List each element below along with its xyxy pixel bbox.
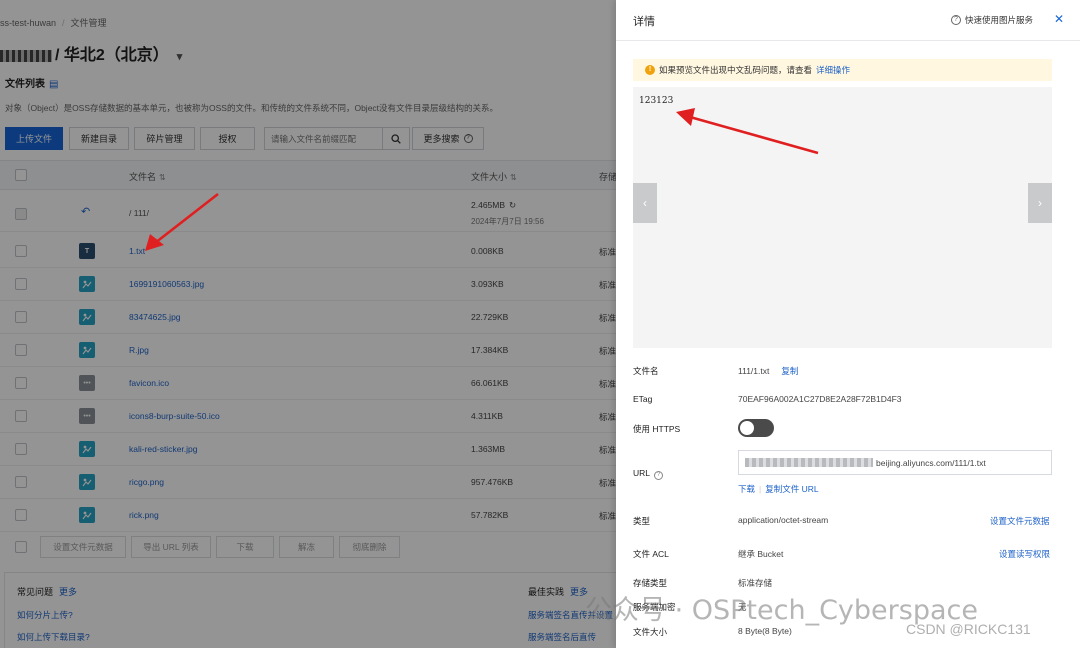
copy-url-link[interactable]: 复制文件 URL bbox=[765, 484, 818, 494]
toggle-knob bbox=[740, 421, 754, 435]
filename-label: 文件名 bbox=[633, 366, 659, 376]
filename-value: 111/1.txt bbox=[738, 366, 770, 376]
chevron-right-icon: › bbox=[1038, 196, 1042, 210]
filename-field: 111/1.txt 复制 bbox=[738, 365, 798, 377]
set-metadata-link[interactable]: 设置文件元数据 bbox=[990, 515, 1050, 527]
url-label: URL? bbox=[633, 468, 664, 480]
set-acl-link[interactable]: 设置读写权限 bbox=[999, 548, 1050, 560]
preview-content: 123123 bbox=[639, 96, 674, 106]
file-size-label: 文件大小 bbox=[633, 627, 668, 637]
image-service-help-label: 快速使用图片服务 bbox=[965, 15, 1034, 25]
chevron-left-icon: ‹ bbox=[643, 196, 647, 210]
url-value: beijing.aliyuncs.com/111/1.txt bbox=[876, 457, 986, 468]
image-service-help-link[interactable]: ? 快速使用图片服务 bbox=[951, 14, 1033, 26]
url-actions: 下载 | 复制文件 URL bbox=[738, 484, 819, 494]
notice-detail-link[interactable]: 详细操作 bbox=[816, 64, 850, 76]
modal-overlay[interactable] bbox=[0, 0, 616, 648]
csdn-watermark: CSDN @RICKC131 bbox=[906, 621, 1031, 637]
copy-filename-link[interactable]: 复制 bbox=[781, 366, 798, 376]
download-link[interactable]: 下载 bbox=[738, 484, 755, 494]
detail-drawer: 详情 ? 快速使用图片服务 ✕ ! 如果预览文件出现中文乱码问题，请查看 详细操作 1… bbox=[616, 0, 1080, 648]
https-toggle[interactable] bbox=[738, 419, 774, 437]
drawer-title: 详情 bbox=[633, 16, 655, 28]
acl-value: 继承 Bucket bbox=[738, 549, 784, 559]
type-value: application/octet-stream bbox=[738, 515, 829, 525]
next-file-button[interactable]: › bbox=[1028, 183, 1052, 223]
encoding-notice: ! 如果预览文件出现中文乱码问题，请查看 详细操作 bbox=[633, 59, 1052, 81]
drawer-header: 详情 ? 快速使用图片服务 ✕ bbox=[616, 0, 1080, 41]
help-circle-icon[interactable]: ? bbox=[654, 471, 664, 480]
url-field[interactable]: beijing.aliyuncs.com/111/1.txt bbox=[738, 450, 1052, 475]
masked-url-prefix bbox=[745, 458, 873, 467]
file-preview: 123123 ‹ › bbox=[633, 87, 1052, 348]
type-label: 类型 bbox=[633, 516, 651, 526]
prev-file-button[interactable]: ‹ bbox=[633, 183, 657, 223]
etag-label: ETag bbox=[633, 394, 653, 404]
help-circle-icon: ? bbox=[951, 15, 961, 25]
etag-value: 70EAF96A002A1C27D8E2A28F72B1D4F3 bbox=[738, 394, 902, 404]
file-size-value: 8 Byte(8 Byte) bbox=[738, 626, 792, 636]
https-label: 使用 HTTPS bbox=[633, 424, 681, 434]
notice-text: 如果预览文件出现中文乱码问题，请查看 bbox=[659, 65, 813, 75]
acl-label: 文件 ACL bbox=[633, 549, 669, 559]
url-label-text: URL bbox=[633, 468, 651, 478]
warning-icon: ! bbox=[645, 65, 655, 75]
close-icon[interactable]: ✕ bbox=[1054, 12, 1064, 26]
